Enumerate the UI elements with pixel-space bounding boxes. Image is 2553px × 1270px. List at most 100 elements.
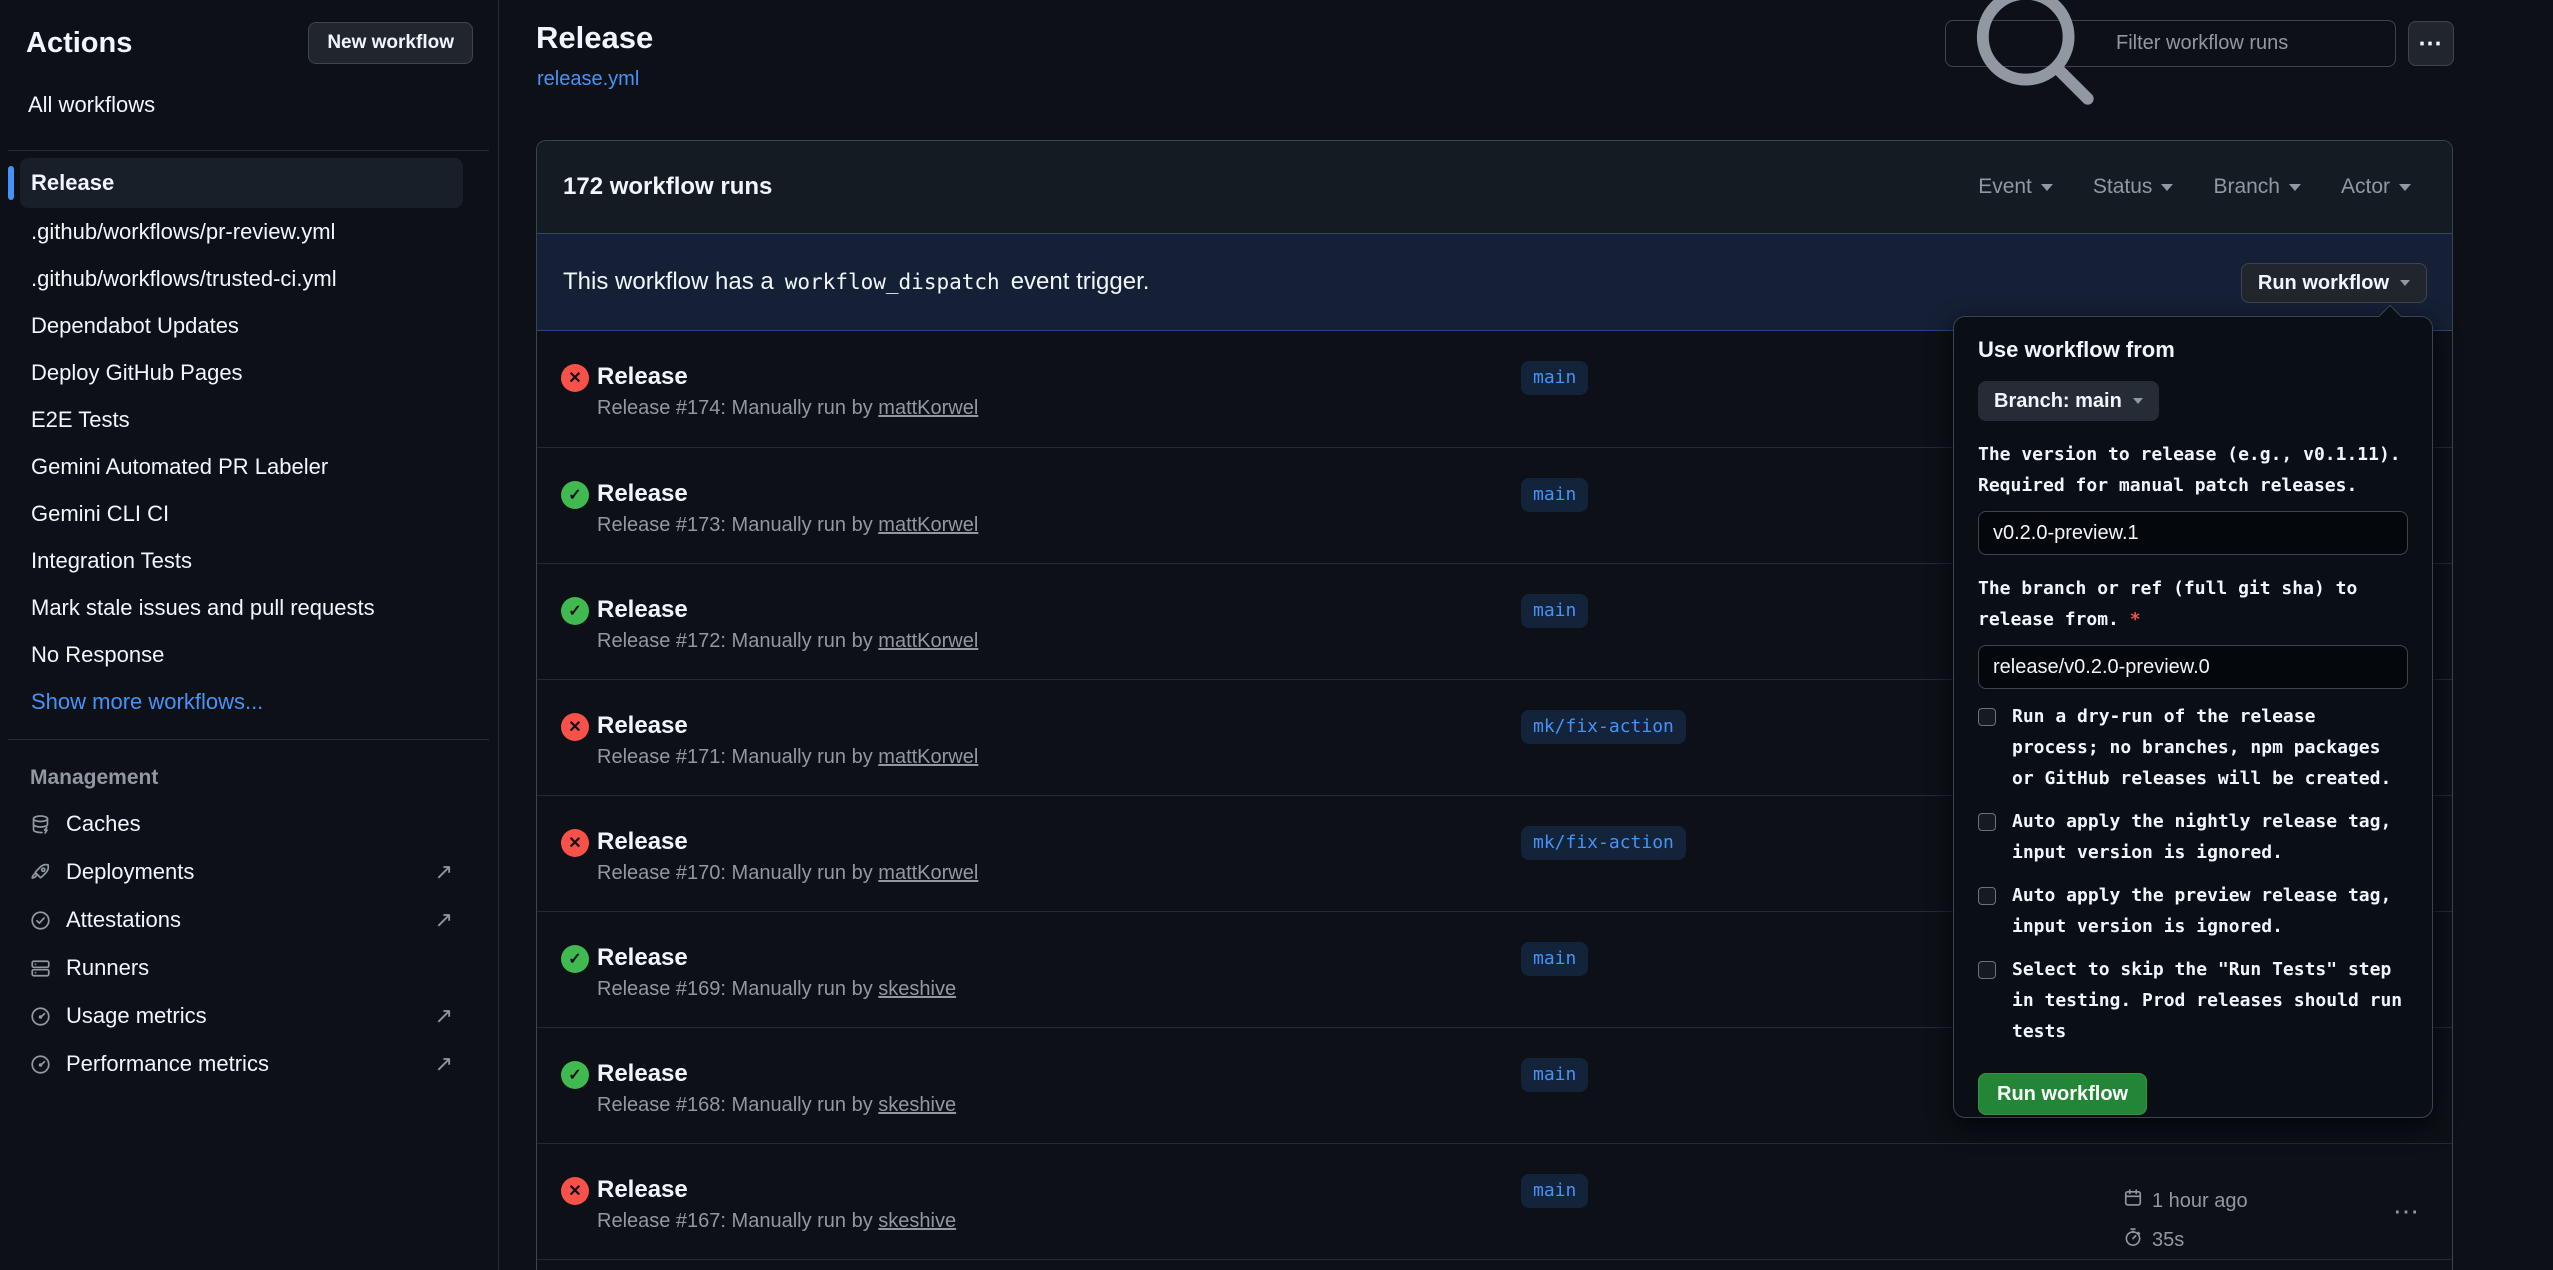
sidebar-item-label: Deploy GitHub Pages [31, 360, 243, 386]
sidebar-item-label: Caches [66, 811, 141, 837]
status-failure-icon: ✕ [561, 829, 589, 857]
sidebar-item-usage-metrics[interactable]: Usage metrics ↗ [0, 992, 497, 1040]
sidebar-item-label: Runners [66, 955, 149, 981]
status-success-icon: ✓ [561, 1061, 589, 1089]
sidebar-item-gemini-cli-ci[interactable]: Gemini CLI CI [0, 490, 497, 537]
status-success-icon: ✓ [561, 597, 589, 625]
sidebar-item-all-workflows[interactable]: All workflows [0, 92, 497, 118]
run-actor-link[interactable]: skeshive [878, 978, 956, 1000]
branch-badge[interactable]: main [1521, 478, 1588, 512]
run-title-link[interactable]: Release [597, 944, 688, 972]
popover-checkbox-row[interactable]: Select to skip the "Run Tests" step in t… [1978, 954, 2408, 1047]
sidebar-item-e2e-tests[interactable]: E2E Tests [0, 396, 497, 443]
ref-input[interactable] [1978, 645, 2408, 689]
sidebar-item-release[interactable]: Release [20, 158, 463, 208]
sidebar-item-show-more-workflows[interactable]: Show more workflows... [0, 678, 497, 725]
version-input-label: The version to release (e.g., v0.1.11). … [1978, 439, 2408, 501]
popover-checkbox-row[interactable]: Run a dry-run of the release process; no… [1978, 701, 2408, 794]
filter-dropdown-event[interactable]: Event [1978, 175, 2053, 199]
arrow-up-right-icon: ↗ [435, 859, 453, 885]
run-actor-link[interactable]: skeshive [878, 1210, 956, 1232]
run-description: Release #171: Manually run by mattKorwel [597, 746, 978, 769]
branch-badge[interactable]: main [1521, 361, 1588, 395]
workflow-dispatch-code: workflow_dispatch [785, 270, 1000, 294]
popover-checkbox-row[interactable]: Auto apply the nightly release tag, inpu… [1978, 806, 2408, 868]
run-title-link[interactable]: Release [597, 1060, 688, 1088]
branch-badge[interactable]: main [1521, 1058, 1588, 1092]
sidebar-item-deploy-github-pages[interactable]: Deploy GitHub Pages [0, 349, 497, 396]
branch-badge[interactable]: mk/fix-action [1521, 826, 1686, 860]
chevron-down-icon [2133, 398, 2143, 404]
sidebar-item-github-workflows-pr-review-yml[interactable]: .github/workflows/pr-review.yml [0, 208, 497, 255]
management-section-label: Management [0, 766, 497, 790]
branch-selector-button[interactable]: Branch: main [1978, 381, 2159, 421]
run-actor-link[interactable]: skeshive [878, 1094, 956, 1116]
required-asterisk: * [2130, 609, 2141, 630]
ref-input-label: The branch or ref (full git sha) to rele… [1978, 573, 2408, 635]
workflow-file-link[interactable]: release.yml [537, 68, 639, 91]
run-kebab-menu-icon[interactable]: ⋯ [2393, 1196, 2422, 1227]
run-actor-link[interactable]: mattKorwel [878, 514, 978, 536]
run-title-link[interactable]: Release [597, 480, 688, 508]
sidebar-item-dependabot-updates[interactable]: Dependabot Updates [0, 302, 497, 349]
status-failure-icon: ✕ [561, 1177, 589, 1205]
sidebar-item-caches[interactable]: Caches ↗ [0, 800, 497, 848]
checkbox[interactable] [1978, 708, 1996, 726]
branch-badge[interactable]: mk/fix-action [1521, 710, 1686, 744]
sidebar-item-label: Release [31, 170, 114, 196]
meter-icon [30, 1006, 51, 1027]
sidebar-item-label: .github/workflows/trusted-ci.yml [31, 266, 337, 292]
run-actor-link[interactable]: mattKorwel [878, 862, 978, 884]
filter-dropdown-branch[interactable]: Branch [2213, 175, 2301, 199]
run-title-link[interactable]: Release [597, 1176, 688, 1204]
run-workflow-submit-button[interactable]: Run workflow [1978, 1073, 2147, 1115]
workflow-options-kebab-button[interactable]: ⋯ [2408, 21, 2454, 66]
actions-sidebar: Actions New workflow All workflows Relea… [0, 0, 499, 1270]
management-list: Caches ↗ Deployments ↗ Attestations ↗ Ru… [0, 800, 497, 1088]
sidebar-item-label: Attestations [66, 907, 181, 933]
checkbox[interactable] [1978, 961, 1996, 979]
filter-dropdown-status[interactable]: Status [2093, 175, 2174, 199]
new-workflow-button[interactable]: New workflow [308, 22, 473, 64]
sidebar-item-mark-stale-issues-and-pull-requests[interactable]: Mark stale issues and pull requests [0, 584, 497, 631]
filter-runs-input[interactable] [2116, 32, 2381, 55]
sidebar-item-label: No Response [31, 642, 164, 668]
popover-checkbox-list: Run a dry-run of the release process; no… [1978, 701, 2408, 1047]
chevron-down-icon [2289, 184, 2301, 191]
sidebar-item-gemini-automated-pr-labeler[interactable]: Gemini Automated PR Labeler [0, 443, 497, 490]
filter-dropdown-actor[interactable]: Actor [2341, 175, 2411, 199]
branch-badge[interactable]: main [1521, 594, 1588, 628]
sidebar-item-label: Performance metrics [66, 1051, 269, 1077]
run-actor-link[interactable]: mattKorwel [878, 630, 978, 652]
run-title-link[interactable]: Release [597, 596, 688, 624]
sidebar-item-github-workflows-trusted-ci-yml[interactable]: .github/workflows/trusted-ci.yml [0, 255, 497, 302]
sidebar-item-attestations[interactable]: Attestations ↗ [0, 896, 497, 944]
run-title-link[interactable]: Release [597, 828, 688, 856]
sidebar-item-label: E2E Tests [31, 407, 130, 433]
sidebar-item-deployments[interactable]: Deployments ↗ [0, 848, 497, 896]
sidebar-item-label: Gemini Automated PR Labeler [31, 454, 328, 480]
run-description: Release #167: Manually run by skeshive [597, 1210, 956, 1233]
sidebar-item-runners[interactable]: Runners ↗ [0, 944, 497, 992]
checkbox[interactable] [1978, 813, 1996, 831]
run-title-link[interactable]: Release [597, 712, 688, 740]
branch-badge[interactable]: main [1521, 942, 1588, 976]
run-title-link[interactable]: Release [597, 363, 688, 391]
run-actor-link[interactable]: mattKorwel [878, 397, 978, 419]
runs-count: 172 workflow runs [563, 173, 772, 201]
sidebar-item-no-response[interactable]: No Response [0, 631, 497, 678]
run-description: Release #169: Manually run by skeshive [597, 978, 956, 1001]
workflow-run-row[interactable]: ✕ Release Release #167: Manually run by … [537, 1143, 2452, 1259]
filter-workflow-runs-searchbox [1945, 20, 2396, 67]
checkbox[interactable] [1978, 887, 1996, 905]
status-success-icon: ✓ [561, 945, 589, 973]
sidebar-item-performance-metrics[interactable]: Performance metrics ↗ [0, 1040, 497, 1088]
version-input[interactable] [1978, 511, 2408, 555]
run-actor-link[interactable]: mattKorwel [878, 746, 978, 768]
branch-badge[interactable]: main [1521, 1174, 1588, 1208]
run-workflow-dropdown-button[interactable]: Run workflow [2241, 263, 2427, 303]
popover-checkbox-row[interactable]: Auto apply the preview release tag, inpu… [1978, 880, 2408, 942]
sidebar-item-label: .github/workflows/pr-review.yml [31, 219, 335, 245]
sidebar-divider [8, 739, 489, 740]
sidebar-item-integration-tests[interactable]: Integration Tests [0, 537, 497, 584]
